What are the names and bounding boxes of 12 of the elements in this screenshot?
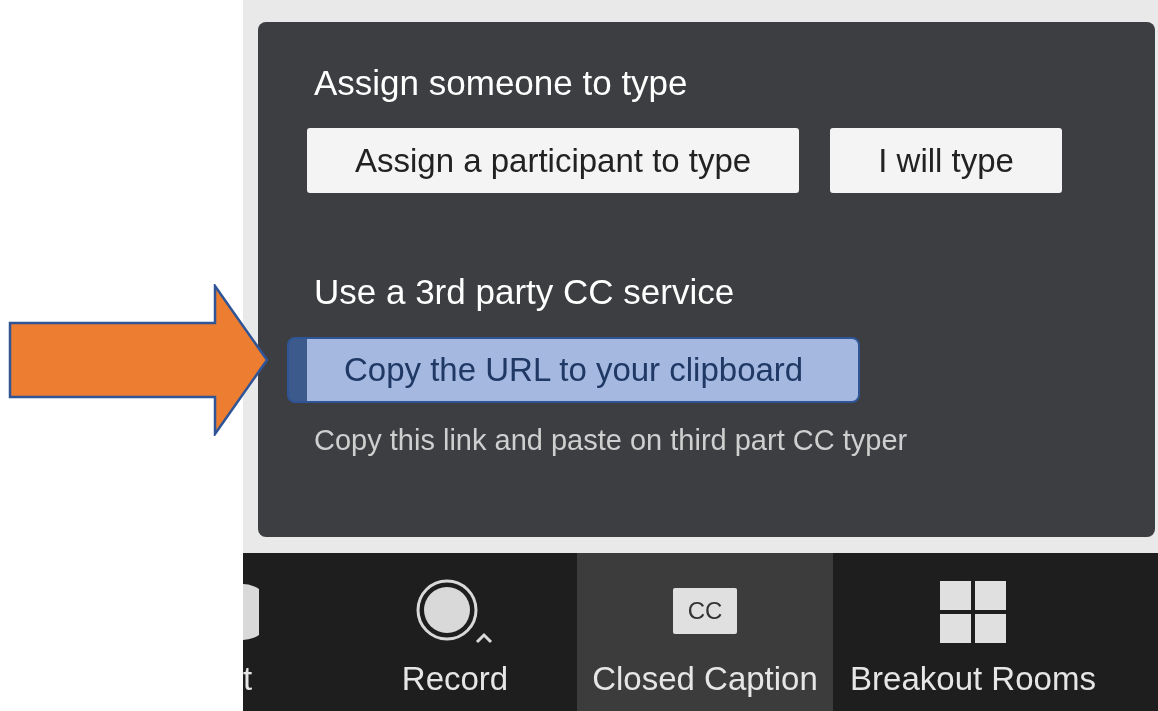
toolbar-button[interactable]: Breakout Rooms (833, 553, 1113, 711)
toolbar-button[interactable]: Record (333, 553, 577, 711)
section-heading: Assign someone to type (314, 62, 689, 104)
action-button[interactable]: I will type (830, 128, 1062, 193)
section-heading: Use a 3rd party CC service (314, 271, 736, 313)
action-button[interactable]: Copy the URL to your clipboard (287, 337, 861, 403)
hint-text: Copy this link and paste on third part CC typer (314, 423, 909, 458)
grid-icon (940, 581, 1006, 643)
toolbar-button[interactable]: CC Closed Caption (577, 553, 833, 711)
toolbar-button[interactable]: t (243, 553, 333, 711)
closed-caption-icon: CC (673, 588, 737, 634)
action-button[interactable]: Assign a participant to type (307, 128, 800, 193)
